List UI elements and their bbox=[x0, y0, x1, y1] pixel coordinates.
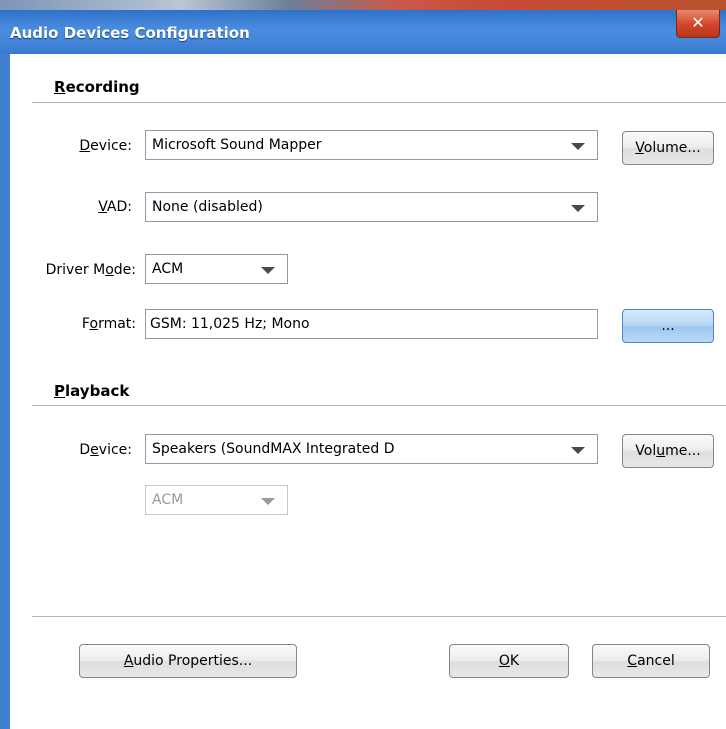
dropdown-arrow-icon bbox=[571, 447, 585, 454]
close-icon: ✕ bbox=[691, 13, 705, 32]
recording-device-select[interactable]: Microsoft Sound Mapper bbox=[145, 130, 598, 160]
ok-button[interactable]: OK bbox=[449, 644, 569, 678]
audio-properties-button[interactable]: Audio Properties... bbox=[79, 644, 297, 678]
dropdown-arrow-icon bbox=[571, 143, 585, 150]
recording-device-value: Microsoft Sound Mapper bbox=[152, 137, 322, 153]
driver-mode-select[interactable]: ACM bbox=[145, 254, 288, 284]
format-browse-button[interactable]: ... bbox=[622, 309, 714, 343]
playback-heading: Playback bbox=[54, 382, 130, 400]
audio-devices-dialog: Audio Devices Configuration ✕ Recording … bbox=[0, 0, 726, 729]
playback-driver-mode-value: ACM bbox=[152, 492, 184, 508]
background-strip bbox=[0, 0, 726, 10]
dropdown-arrow-icon bbox=[261, 267, 275, 274]
cancel-button[interactable]: Cancel bbox=[592, 644, 710, 678]
recording-device-label: Device: bbox=[79, 138, 132, 154]
playback-divider bbox=[32, 405, 726, 406]
close-button[interactable]: ✕ bbox=[676, 10, 720, 38]
format-value: GSM: 11,025 Hz; Mono bbox=[150, 316, 310, 332]
title-bar[interactable]: Audio Devices Configuration ✕ bbox=[0, 10, 726, 54]
format-field[interactable]: GSM: 11,025 Hz; Mono bbox=[145, 309, 598, 339]
playback-device-select[interactable]: Speakers (SoundMAX Integrated D bbox=[145, 434, 598, 464]
dropdown-arrow-icon bbox=[261, 498, 275, 505]
recording-volume-button[interactable]: Volume... bbox=[622, 131, 714, 165]
playback-driver-mode-select: ACM bbox=[145, 485, 288, 515]
vad-value: None (disabled) bbox=[152, 199, 263, 215]
recording-heading: Recording bbox=[54, 78, 140, 96]
playback-device-label: Device: bbox=[79, 442, 132, 458]
driver-mode-value: ACM bbox=[152, 261, 184, 277]
window-title: Audio Devices Configuration bbox=[10, 24, 250, 42]
vad-label: VAD: bbox=[98, 199, 132, 215]
footer-divider bbox=[32, 616, 726, 617]
window-border bbox=[0, 54, 10, 729]
vad-select[interactable]: None (disabled) bbox=[145, 192, 598, 222]
format-label: Format: bbox=[81, 316, 136, 332]
playback-volume-button[interactable]: Volume... bbox=[622, 434, 714, 468]
recording-divider bbox=[32, 102, 726, 103]
dropdown-arrow-icon bbox=[571, 205, 585, 212]
playback-device-value: Speakers (SoundMAX Integrated D bbox=[152, 441, 395, 457]
driver-mode-label: Driver Mode: bbox=[45, 262, 136, 278]
